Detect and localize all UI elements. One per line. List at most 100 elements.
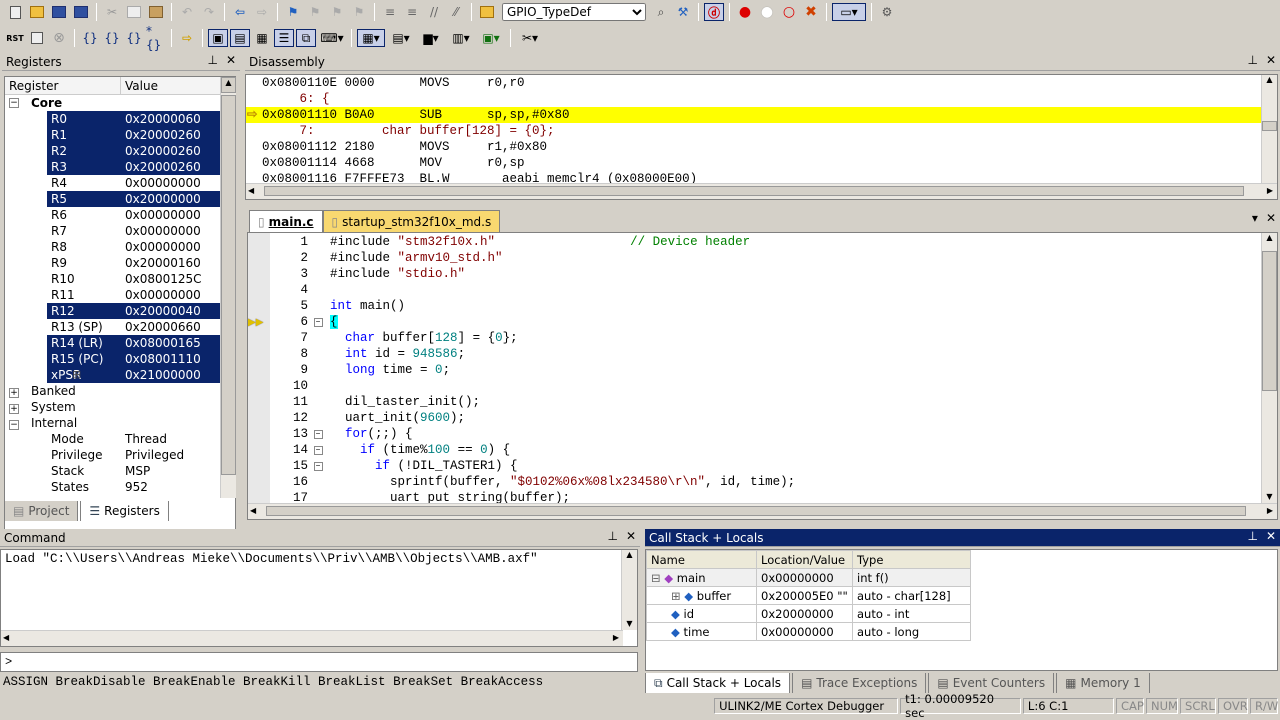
internal-row[interactable]: States 952 (5, 479, 235, 495)
code-line[interactable]: 16 sprintf(buffer, "$0102%06x%08lx234580… (248, 474, 1261, 490)
tab-list-icon[interactable]: ▾ (1252, 211, 1258, 225)
close-icon[interactable]: ✕ (226, 53, 236, 67)
stop-icon[interactable]: ⊗ (49, 29, 69, 47)
disassembly-line[interactable]: ⇨ 0x08001110 B0A0 SUB sp,sp,#0x80 (246, 107, 1261, 123)
step-out-icon[interactable]: {} (124, 29, 144, 47)
register-row[interactable]: R11 0x00000000 (47, 287, 235, 303)
core-group[interactable]: − Core (5, 95, 235, 111)
step-over-icon[interactable]: {} (102, 29, 122, 47)
register-row[interactable]: R9 0x20000160 (47, 255, 235, 271)
undo-icon[interactable]: ↶ (177, 3, 197, 21)
register-row[interactable]: R4 0x00000000 (47, 175, 235, 191)
save-icon[interactable] (49, 3, 69, 21)
callstack-row[interactable]: ◆ id 0x20000000 auto - int (646, 604, 971, 623)
code-editor[interactable]: 1 #include "stm32f10x.h" // Device header… (247, 232, 1278, 520)
register-column-header[interactable]: Register (5, 77, 121, 94)
collapse-icon[interactable]: − (9, 420, 19, 430)
toolbox-icon[interactable]: ✂▾ (516, 29, 544, 47)
register-row[interactable]: R13 (SP) 0x20000660 (47, 319, 235, 335)
forward-icon[interactable]: ⇨ (252, 3, 272, 21)
kill-breakpoints-icon[interactable]: ○ (779, 3, 799, 21)
register-row[interactable]: R2 0x20000260 (47, 143, 221, 159)
command-window-icon[interactable]: ▣ (208, 29, 228, 47)
clear-bookmarks-icon[interactable]: ⚑ (349, 3, 369, 21)
target-select[interactable]: GPIO_TypeDef (502, 3, 646, 21)
tab-call-stack-locals[interactable]: ⧉ Call Stack + Locals (645, 673, 791, 693)
breakpoint-icon[interactable]: ● (735, 3, 755, 21)
code-line[interactable]: 8 int id = 948586; (248, 346, 1261, 362)
serial-windows-icon[interactable]: ▤▾ (387, 29, 415, 47)
type-column-header[interactable]: Type (852, 550, 971, 569)
save-all-icon[interactable] (71, 3, 91, 21)
cut-icon[interactable]: ✂ (102, 3, 122, 21)
disassembly-hscroll[interactable]: ◀ ▶ (246, 183, 1277, 199)
registers-vscroll[interactable]: ▲ (220, 77, 236, 498)
value-column-header[interactable]: Value (121, 77, 158, 94)
uncomment-icon[interactable]: ⁄⁄ (446, 3, 466, 21)
close-icon[interactable]: ✕ (1266, 53, 1276, 67)
register-row[interactable]: ⊞ xPSR 0x21000000 (47, 367, 221, 383)
register-row[interactable]: R1 0x20000260 (47, 127, 221, 143)
paste-icon[interactable] (146, 3, 166, 21)
code-line[interactable]: 12 uart_init(9600); (248, 410, 1261, 426)
fold-icon[interactable]: − (313, 429, 323, 439)
code-line[interactable]: 11 dil_taster_init(); (248, 394, 1261, 410)
register-group[interactable]: − Internal (5, 415, 235, 431)
callstack-row[interactable]: ◆ time 0x00000000 auto - long (646, 622, 971, 641)
command-hscroll[interactable]: ◀ ▶ (1, 630, 623, 646)
code-line[interactable]: 4 (248, 282, 1261, 298)
disassembly-line[interactable]: 7: char buffer[128] = {0}; (246, 123, 1261, 139)
pin-icon[interactable]: ⊥ (607, 529, 617, 543)
tab-startup-file[interactable]: ▯ startup_stm32f10x_md.s (322, 210, 501, 232)
name-column-header[interactable]: Name (646, 550, 757, 569)
register-row[interactable]: R12 0x20000040 (47, 303, 221, 319)
register-row[interactable]: R3 0x20000260 (47, 159, 221, 175)
call-stack-window-icon[interactable]: ⧉ (296, 29, 316, 47)
unindent-icon[interactable]: ≡ (402, 3, 422, 21)
watch-windows-icon[interactable]: ⌨▾ (318, 29, 346, 47)
command-input[interactable]: > (0, 652, 638, 672)
collapse-icon[interactable]: ⊟ (651, 571, 664, 585)
disassembly-line[interactable]: 0x0800110E 0000 MOVS r0,r0 (246, 75, 1261, 91)
tab-event-counters[interactable]: ▤ Event Counters (928, 673, 1055, 693)
fold-icon[interactable]: − (313, 445, 323, 455)
pin-icon[interactable]: ⊥ (207, 53, 217, 67)
reset-icon[interactable]: RST (5, 29, 25, 47)
code-line[interactable]: 10 (248, 378, 1261, 394)
code-line[interactable]: 3 #include "stdio.h" (248, 266, 1261, 282)
find-in-files-icon[interactable] (477, 3, 497, 21)
code-line[interactable]: 1 #include "stm32f10x.h" // Device header (248, 234, 1261, 250)
disassembly-line[interactable]: 0x08001114 4668 MOV r0,sp (246, 155, 1261, 171)
register-row[interactable]: R0 0x20000060 (47, 111, 221, 127)
disassembly-window-icon[interactable]: ▤ (230, 29, 250, 47)
internal-row[interactable]: Privilege Privileged (5, 447, 235, 463)
register-group[interactable]: + Banked (5, 383, 235, 399)
code-line[interactable]: ▶▶ 6−{ (248, 314, 1261, 330)
disable-breakpoint-icon[interactable]: ● (757, 3, 777, 21)
open-folder-icon[interactable] (27, 3, 47, 21)
callstack-row[interactable]: ⊟ ◆ main 0x00000000 int f() (646, 568, 971, 587)
register-row[interactable]: R8 0x00000000 (47, 239, 235, 255)
code-line[interactable]: 9 long time = 0; (248, 362, 1261, 378)
bookmark-icon[interactable]: ⚑ (283, 3, 303, 21)
debug-session-icon[interactable]: ⓓ (704, 3, 724, 21)
location-column-header[interactable]: Location/Value (756, 550, 853, 569)
analysis-windows-icon[interactable]: ▆▾ (417, 29, 445, 47)
register-row[interactable]: R15 (PC) 0x08001110 (47, 351, 221, 367)
close-icon[interactable]: ✕ (1266, 529, 1276, 543)
prev-bookmark-icon[interactable]: ⚑ (305, 3, 325, 21)
indent-icon[interactable]: ≡ (380, 3, 400, 21)
memory-windows-icon[interactable]: ▦▾ (357, 29, 385, 47)
code-line[interactable]: 15− if (!DIL_TASTER1) { (248, 458, 1261, 474)
configure-icon[interactable]: ⚙ (877, 3, 897, 21)
tab-project[interactable]: ▤ Project (4, 501, 79, 521)
registers-window-icon[interactable]: ☰ (274, 29, 294, 47)
back-icon[interactable]: ⇦ (230, 3, 250, 21)
tab-trace-exceptions[interactable]: ▤ Trace Exceptions (792, 673, 927, 693)
command-vscroll[interactable]: ▲ ▼ (621, 550, 637, 630)
run-to-cursor-icon[interactable]: *{} (146, 24, 166, 52)
next-bookmark-icon[interactable]: ⚑ (327, 3, 347, 21)
code-line[interactable]: 5 int main() (248, 298, 1261, 314)
new-file-icon[interactable] (5, 3, 25, 21)
tab-memory-1[interactable]: ▦ Memory 1 (1056, 673, 1150, 693)
